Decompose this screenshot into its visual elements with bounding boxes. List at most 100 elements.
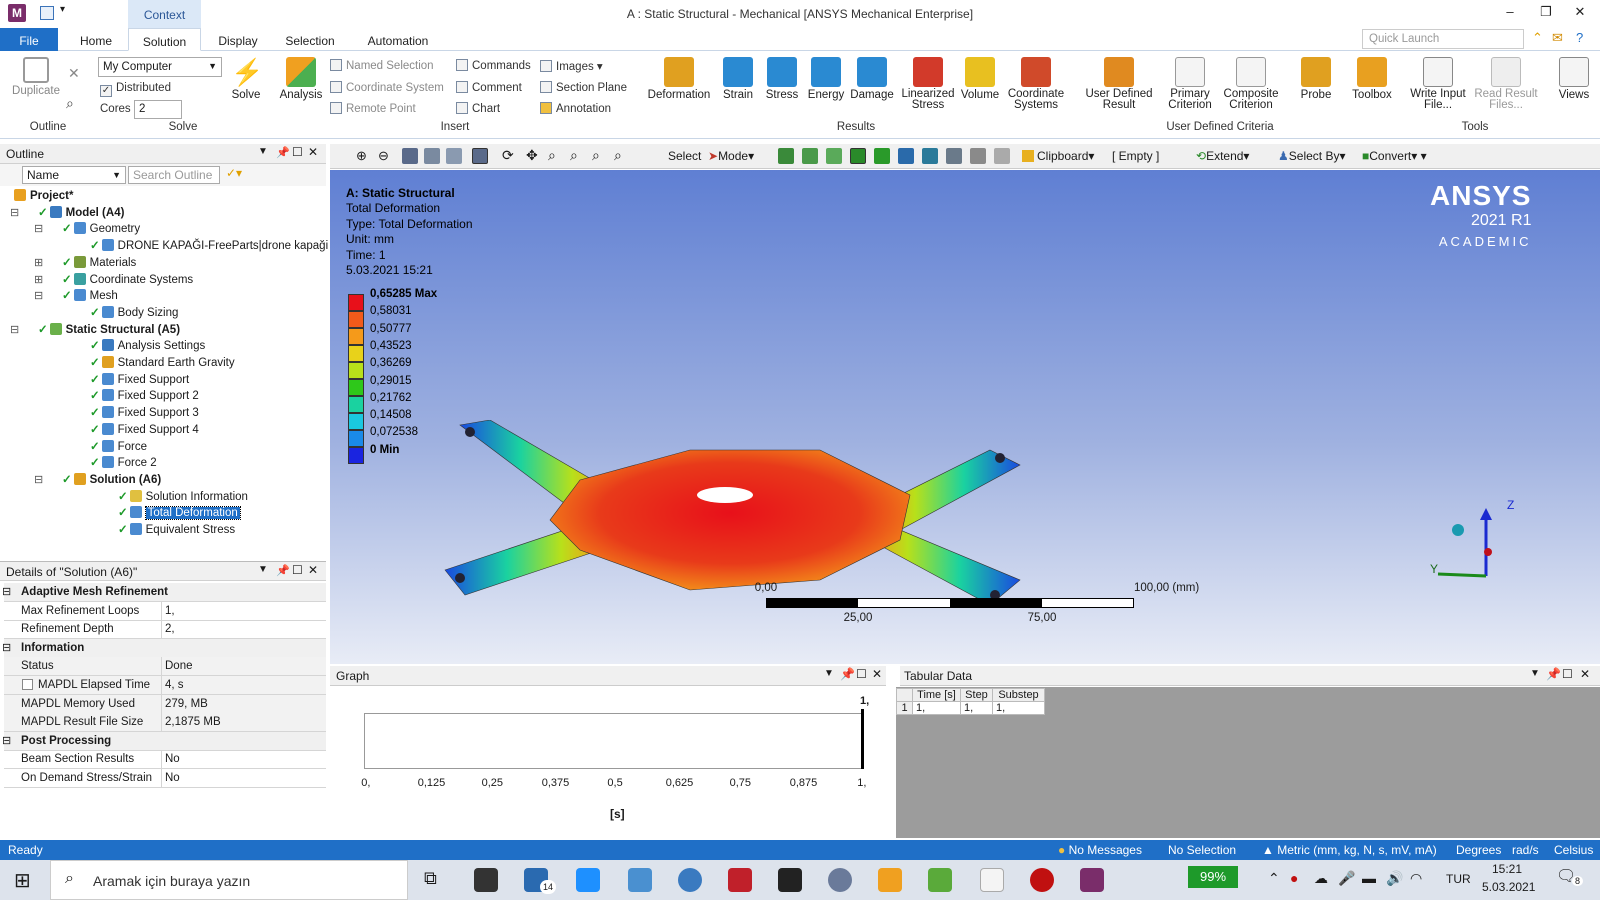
select-tool-icon[interactable] [994, 148, 1010, 164]
strain-button[interactable]: Strain [716, 57, 760, 101]
tree-expander-icon[interactable]: ⊟ [34, 288, 43, 304]
collapse-ribbon-icon[interactable]: ⌃ [1532, 30, 1543, 46]
stress-button[interactable]: Stress [760, 57, 804, 101]
close-icon[interactable]: ✕ [308, 563, 318, 577]
temperature-unit-status[interactable]: Celsius [1554, 843, 1593, 857]
write-input-file-button[interactable]: Write Input File... [1406, 57, 1470, 111]
convert-button[interactable]: ■Convert▾ ▾ [1362, 149, 1427, 163]
details-section[interactable]: ⊟ Adaptive Mesh Refinement [2, 583, 326, 602]
maximize-icon[interactable]: ☐ [1562, 667, 1573, 681]
maximize-icon[interactable]: ☐ [292, 563, 303, 577]
messages-status[interactable]: ● No Messages [1058, 843, 1142, 857]
select-element-icon[interactable] [898, 148, 914, 164]
close-icon[interactable]: ✕ [1580, 667, 1590, 681]
details-row[interactable]: Beam Section Results No [4, 750, 326, 770]
tree-item[interactable]: ✓ Standard Earth Gravity [90, 355, 235, 371]
tab-selection[interactable]: Selection [280, 28, 340, 51]
details-row[interactable]: Status Done [4, 657, 326, 677]
tree-item[interactable]: ✓ Fixed Support 2 [90, 388, 199, 404]
user-defined-result-button[interactable]: User Defined Result [1080, 57, 1158, 111]
close-icon[interactable]: ✕ [1568, 4, 1592, 24]
tree-item[interactable]: ✓ Fixed Support 4 [90, 422, 199, 438]
tab-file[interactable]: File [0, 28, 58, 51]
commands-button[interactable]: Commands [456, 59, 531, 72]
select-button[interactable]: Select [668, 149, 701, 163]
views-button[interactable]: Views [1554, 57, 1594, 101]
magnifier-icon[interactable]: ⌕ [614, 147, 622, 164]
details-section[interactable]: ⊟ Information [2, 638, 326, 658]
solve-button[interactable]: ⚡ Solve [226, 57, 266, 101]
tree-item[interactable]: ⊞ ✓ Materials [34, 255, 136, 271]
battery-indicator[interactable]: 99% [1188, 866, 1238, 888]
feedback-icon[interactable]: ✉ [1552, 30, 1563, 46]
tree-item[interactable]: ✓ Fixed Support [90, 372, 189, 388]
tree-item[interactable]: ✓ DRONE KAPAĞI-FreeParts|drone kapaği [90, 238, 328, 254]
details-row[interactable]: MAPDL Result File Size 2,1875 MB [4, 713, 326, 733]
taskbar-search-box[interactable]: ⌕ Aramak için buraya yazın [50, 860, 408, 900]
onedrive-icon[interactable]: ☁ [1314, 870, 1328, 887]
tab-home[interactable]: Home [70, 28, 122, 51]
details-row[interactable]: MAPDL Elapsed Time 4, s [4, 676, 326, 695]
chevron-down-icon[interactable]: ▼ [258, 564, 268, 575]
box-zoom-icon[interactable]: ⌕ [570, 147, 578, 164]
section-collapse-icon[interactable]: ⊟ [2, 583, 11, 601]
tree-item[interactable]: ⊟ ✓ Mesh [34, 288, 118, 304]
toolbox-button[interactable]: Toolbox [1348, 57, 1396, 101]
zoom-icon[interactable]: ⌕ [548, 147, 556, 164]
details-row[interactable]: MAPDL Memory Used 279, MB [4, 694, 326, 714]
annotation-button[interactable]: Annotation [540, 102, 611, 115]
pin-icon[interactable]: 📌 [840, 667, 855, 681]
tree-item[interactable]: ⊞ ✓ Coordinate Systems [34, 272, 193, 288]
remote-point-button[interactable]: Remote Point [330, 102, 416, 115]
select-face-icon[interactable] [826, 148, 842, 164]
select-mesh-icon[interactable] [946, 148, 962, 164]
tree-item[interactable]: ✓ Total Deformation [118, 505, 241, 521]
section-collapse-icon[interactable]: ⊟ [2, 732, 11, 750]
column-header-time[interactable]: Time [s] [912, 688, 961, 702]
comment-button[interactable]: Comment [456, 81, 522, 94]
app-l-icon[interactable] [576, 868, 600, 892]
tray-record-icon[interactable]: ● [1290, 870, 1298, 886]
deformation-button[interactable]: Deformation [644, 57, 714, 101]
tab-display[interactable]: Display [210, 28, 266, 51]
delete-icon[interactable]: ✕ [68, 65, 80, 82]
rotate-icon[interactable]: ⟳ [502, 147, 514, 164]
wifi-icon[interactable]: ◠ [1410, 870, 1422, 887]
select-tool-icon[interactable] [970, 148, 986, 164]
tree-expander-icon[interactable]: ⊟ [10, 322, 19, 338]
tree-expander-icon[interactable]: ⊟ [10, 205, 19, 221]
chevron-down-icon[interactable]: ▼ [258, 146, 268, 157]
pin-icon[interactable]: 📌 [276, 564, 290, 577]
pan-icon[interactable]: ✥ [526, 147, 538, 164]
microphone-icon[interactable]: 🎤 [1338, 870, 1355, 887]
images-button[interactable]: Images ▾ [540, 59, 603, 73]
solve-target-select[interactable]: My Computer ▼ [98, 57, 222, 77]
tree-expander-icon[interactable]: ⊞ [34, 255, 43, 271]
tree-item[interactable]: ✓ Analysis Settings [90, 338, 205, 354]
app-icon[interactable] [628, 868, 652, 892]
zoom-to-fit-icon[interactable]: ⌕ [592, 147, 600, 164]
windows-start-icon[interactable]: ⊞ [14, 868, 31, 893]
details-row[interactable]: Max Refinement Loops 1, [4, 601, 326, 621]
maximize-icon[interactable]: ☐ [292, 145, 303, 159]
extend-button[interactable]: ⟲Extend▾ [1196, 149, 1249, 163]
app-icon[interactable] [828, 868, 852, 892]
keyboard-language[interactable]: TUR [1446, 872, 1471, 886]
select-by-button[interactable]: ♟Select By▾ [1278, 149, 1346, 163]
select-edge-icon[interactable] [802, 148, 818, 164]
search-icon[interactable]: ⌕ [66, 95, 74, 112]
select-vertex-icon[interactable] [778, 148, 794, 164]
tree-item[interactable]: ⊟ ✓ Static Structural (A5) [10, 322, 180, 338]
select-element-face-icon[interactable] [922, 148, 938, 164]
distributed-checkbox[interactable]: ✓ Distributed [100, 82, 171, 97]
outline-filter-select[interactable]: Name ▼ [22, 166, 126, 184]
minimize-icon[interactable]: – [1498, 4, 1522, 24]
tree-item[interactable]: ⊟ ✓ Solution (A6) [34, 472, 161, 488]
chevron-down-icon[interactable]: ▼ [824, 668, 834, 679]
coordinate-system-button[interactable]: Coordinate System [330, 81, 444, 94]
pin-icon[interactable]: 📌 [1546, 667, 1561, 681]
outline-search-input[interactable]: Search Outline [128, 166, 220, 184]
tree-item[interactable]: ✓ Force 2 [90, 455, 157, 471]
tree-expander-icon[interactable]: ⊟ [34, 221, 43, 237]
maximize-icon[interactable]: ☐ [856, 667, 867, 681]
